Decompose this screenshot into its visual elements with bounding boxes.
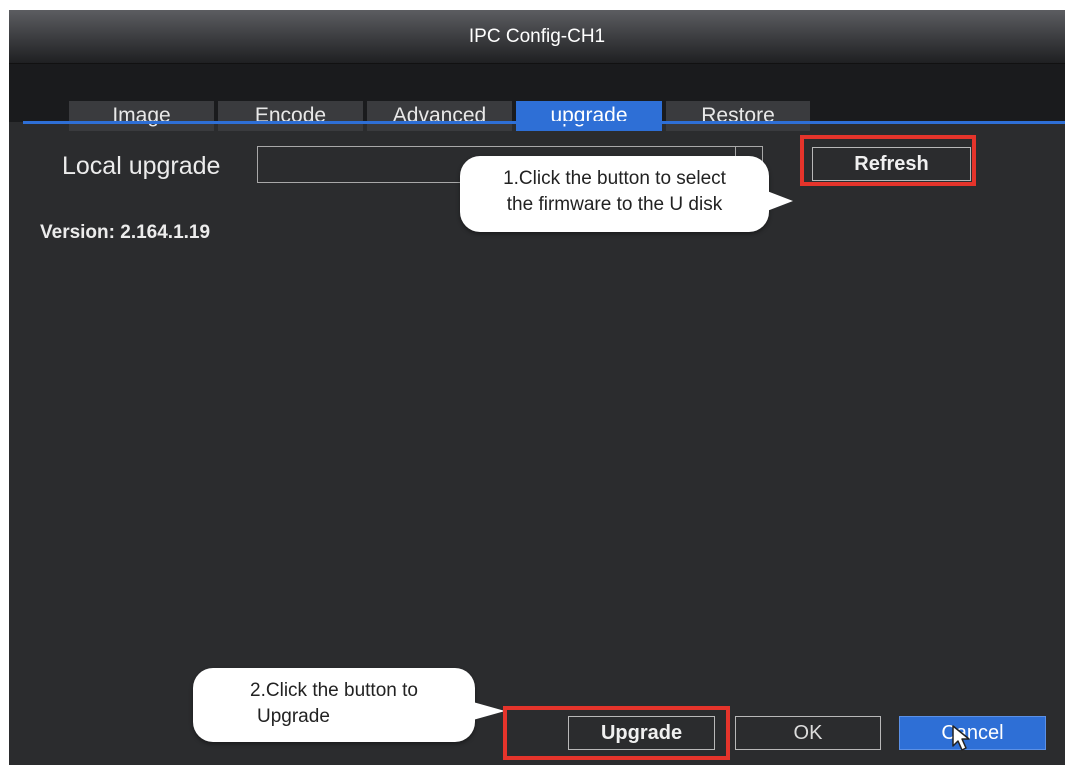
window-title: IPC Config-CH1 [9, 10, 1065, 64]
tab-advanced[interactable]: Advanced [367, 101, 512, 131]
tab-strip: Image Encode Advanced upgrade Restore [9, 64, 1065, 131]
callout-select-firmware: 1.Click the button to select the firmwar… [460, 156, 769, 232]
tab-restore[interactable]: Restore [666, 101, 810, 131]
upgrade-highlight-box [503, 706, 730, 760]
tab-image[interactable]: Image [69, 101, 214, 131]
ipc-config-window: IPC Config-CH1 Image Encode Advanced upg… [9, 10, 1065, 765]
callout-step2-line1: 2.Click the button to [250, 680, 418, 701]
refresh-highlight-box [800, 135, 976, 186]
mouse-pointer-icon [952, 725, 970, 751]
local-upgrade-label: Local upgrade [62, 152, 221, 180]
tab-encode[interactable]: Encode [218, 101, 363, 131]
callout-step1-line1: 1.Click the button to select [503, 168, 726, 189]
tab-upgrade[interactable]: upgrade [516, 101, 662, 131]
version-label: Version: 2.164.1.19 [40, 222, 211, 243]
callout-step1-tail [767, 191, 793, 211]
callout-step2-line2: Upgrade [257, 706, 330, 727]
callout-step2-tail [473, 702, 505, 720]
callout-step1-line2: the firmware to the U disk [506, 194, 723, 215]
callout-click-upgrade: 2.Click the button to Upgrade [193, 668, 475, 742]
ok-button[interactable]: OK [735, 716, 881, 750]
tab-underline [23, 121, 1065, 124]
